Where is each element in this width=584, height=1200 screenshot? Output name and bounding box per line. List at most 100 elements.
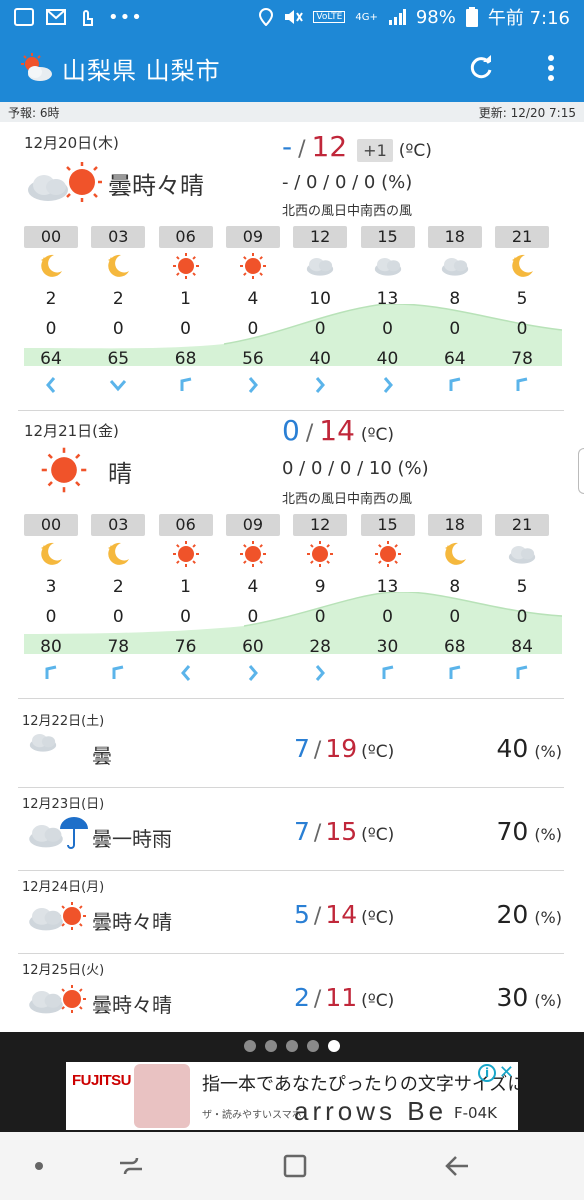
- hour-label: 09: [225, 226, 280, 248]
- location-icon: [259, 8, 274, 26]
- home-button[interactable]: [280, 1152, 310, 1180]
- page-dot[interactable]: [265, 1040, 277, 1052]
- hour-label: 03: [91, 514, 146, 536]
- hour-column: 15 13 0 30: [360, 514, 415, 684]
- day-precip: - / 0 / 0 / 0 (%): [282, 172, 413, 193]
- row-precip-chance: 20 (%): [497, 900, 563, 929]
- page-dot[interactable]: [328, 1040, 340, 1052]
- ad-close-icon[interactable]: ✕: [499, 1062, 514, 1083]
- row-precip-chance: 40 (%): [497, 734, 563, 763]
- temp-max: 11: [325, 983, 358, 1012]
- ad-info-icon[interactable]: i: [478, 1064, 496, 1082]
- divider: [18, 410, 564, 411]
- hour-temperature: 5: [516, 289, 528, 309]
- temp-unit: (ºC): [398, 141, 432, 161]
- hour-column: 18 8 0 64: [427, 226, 482, 396]
- mute-icon: [285, 10, 304, 24]
- network-type: 4G+: [355, 11, 378, 23]
- moon-icon: [428, 536, 482, 572]
- hour-temperature: 8: [449, 577, 461, 597]
- system-nav-bar: [0, 1132, 584, 1200]
- cloud-icon: [361, 248, 415, 284]
- temp-min: -: [282, 130, 293, 163]
- hour-column: 18 8 0 68: [427, 514, 482, 684]
- hour-humidity: 64: [40, 349, 62, 369]
- sun-icon: [159, 248, 213, 284]
- battery-icon: [465, 7, 478, 27]
- hour-label: 21: [495, 226, 550, 248]
- daily-forecast-row[interactable]: 12月24日(月) 曇時々晴 5 / 14 (ºC) 20 (%): [0, 872, 584, 956]
- hour-humidity: 28: [309, 637, 331, 657]
- cloud-sun-icon: [26, 979, 88, 1019]
- page-dot[interactable]: [307, 1040, 319, 1052]
- page-dot[interactable]: [244, 1040, 256, 1052]
- forecast-content[interactable]: 12月20日(木) 曇時々晴 - / 12 +1 (ºC) - / 0 / 0 …: [0, 122, 584, 1032]
- temp-max: 15: [325, 817, 358, 846]
- ad-banner[interactable]: FUJITSU 指一本であなたぴったりの文字サイズに ザ・読みやすいスマホ ar…: [66, 1062, 518, 1130]
- back-button[interactable]: [442, 1152, 472, 1180]
- day-weather-text: 晴: [108, 460, 132, 488]
- hour-precipitation: 0: [314, 319, 326, 339]
- refresh-button[interactable]: [466, 53, 496, 83]
- hour-precipitation: 0: [247, 607, 259, 627]
- ad-brand: FUJITSU: [72, 1072, 132, 1089]
- row-temperature: 2 / 11 (ºC): [294, 983, 394, 1012]
- temp-separator: /: [313, 904, 322, 929]
- forecast-info-bar: 予報: 6時 更新: 12/20 7:15: [0, 102, 584, 122]
- daily-forecast-row[interactable]: 12月23日(日) 曇一時雨 7 / 15 (ºC) 70 (%): [0, 789, 584, 873]
- signal-icon: [388, 9, 406, 25]
- temp-min: 5: [294, 900, 310, 929]
- precip-chance-unit: (%): [534, 991, 562, 1010]
- cloud-sun-icon: [26, 896, 88, 936]
- hour-humidity: 60: [242, 637, 264, 657]
- row-date: 12月24日(月): [22, 880, 105, 895]
- hour-temperature: 2: [112, 577, 124, 597]
- hour-column: 06 1 0 76: [158, 514, 213, 684]
- hour-precipitation: 0: [180, 319, 191, 339]
- hour-label: 21: [495, 514, 550, 536]
- temp-separator: /: [313, 738, 322, 763]
- hour-precipitation: 0: [180, 607, 191, 627]
- temp-min: 7: [294, 734, 310, 763]
- hour-humidity: 68: [174, 349, 197, 369]
- precip-chance-value: 30: [496, 983, 529, 1012]
- daily-forecast-row[interactable]: 12月22日(土) 曇 7 / 19 (ºC) 40 (%): [0, 706, 584, 790]
- precip-chance-value: 70: [496, 817, 529, 846]
- row-date: 12月22日(土): [22, 714, 105, 729]
- updated-time-label: 更新: 12/20 7:15: [478, 105, 576, 120]
- hour-label: 18: [427, 226, 482, 248]
- temp-unit: (ºC): [361, 742, 395, 762]
- hour-precipitation: 0: [449, 607, 461, 627]
- row-precip-chance: 70 (%): [497, 817, 563, 846]
- arrow-up-left-icon: [159, 374, 213, 396]
- volte-badge: VoLTE: [313, 11, 346, 23]
- divider: [18, 870, 564, 871]
- sun-icon: [226, 536, 280, 572]
- hour-humidity: 64: [443, 349, 466, 369]
- day-temperature: 0 / 14 (ºC): [282, 414, 394, 447]
- arrow-up-left-icon: [361, 662, 415, 684]
- precip-chance-unit: (%): [534, 825, 562, 844]
- day-weather-text: 曇時々晴: [108, 172, 204, 200]
- hour-column: 12 9 0 28: [293, 514, 348, 684]
- hour-column: 00 3 0 80: [24, 514, 78, 684]
- arrow-up-left-icon: [495, 662, 549, 684]
- hour-label: 06: [158, 226, 213, 248]
- daily-forecast-row[interactable]: 12月25日(火) 曇時々晴 2 / 11 (ºC) 30 (%): [0, 955, 584, 1039]
- arrow-right-icon: [293, 662, 347, 684]
- hour-humidity: 78: [107, 637, 130, 657]
- nav-dot-button[interactable]: [24, 1152, 54, 1180]
- hour-temperature: 2: [45, 289, 57, 309]
- row-weather-text: 曇: [92, 744, 112, 768]
- arrow-up-left-icon: [91, 662, 145, 684]
- overflow-menu-button[interactable]: [536, 53, 566, 83]
- recents-button[interactable]: [116, 1152, 146, 1180]
- ad-model: F-04K: [454, 1104, 497, 1122]
- recents-icon: [120, 1157, 142, 1175]
- hour-temperature: 4: [247, 577, 259, 597]
- day-date: 12月20日(木): [24, 134, 119, 152]
- edge-panel-handle[interactable]: [578, 448, 584, 494]
- page-dot[interactable]: [286, 1040, 298, 1052]
- hour-precipitation: 0: [516, 607, 528, 627]
- row-date: 12月25日(火): [22, 963, 105, 978]
